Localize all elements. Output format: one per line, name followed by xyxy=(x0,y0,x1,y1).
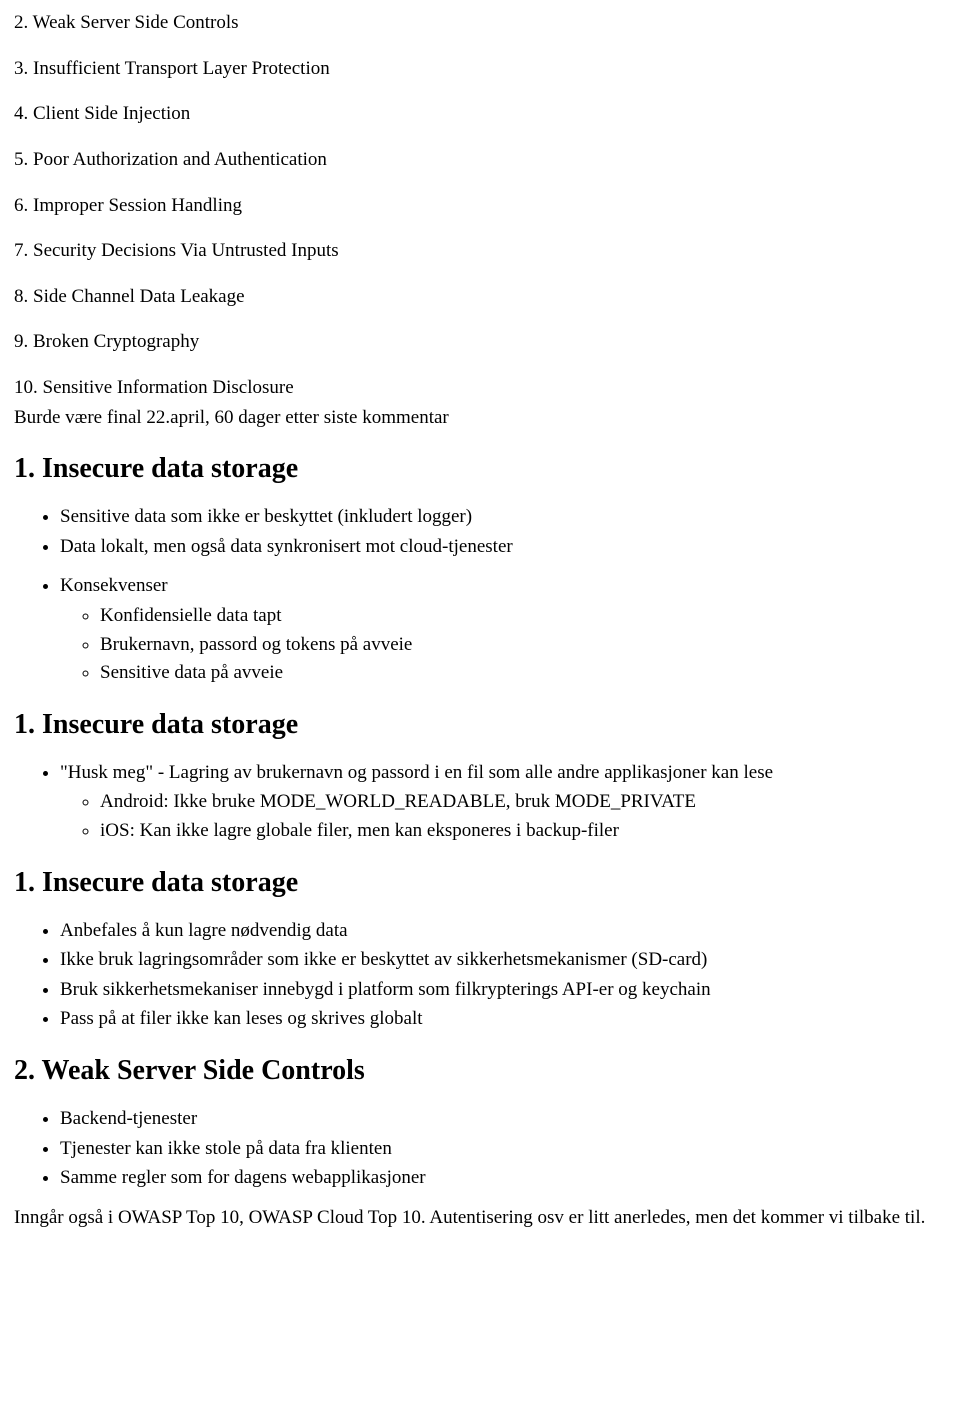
list-item: 3. Insufficient Transport Layer Protecti… xyxy=(14,56,946,82)
item-number: 3. xyxy=(14,58,33,79)
bullet-item: "Husk meg" - Lagring av brukernavn og pa… xyxy=(60,760,946,844)
item-text: Client Side Injection xyxy=(33,103,190,124)
item-number: 7. xyxy=(14,240,33,261)
heading-insecure-data-storage-c: 1. Insecure data storage xyxy=(14,864,946,902)
bullet-item: Backend-tjenester xyxy=(60,1106,946,1132)
bullet-item: Bruk sikkerhetsmekaniser innebygd i plat… xyxy=(60,977,946,1003)
closing-paragraph: Inngår også i OWASP Top 10, OWASP Cloud … xyxy=(14,1205,946,1231)
item-text: Side Channel Data Leakage xyxy=(33,286,245,307)
bullet-label: Konsekvenser xyxy=(60,575,168,596)
sub-bullet-item: Sensitive data på avveie xyxy=(100,660,946,686)
bullets-a2: Konsekvenser Konfidensielle data tapt Br… xyxy=(14,573,946,686)
sub-bullet-item: Brukernavn, passord og tokens på avveie xyxy=(100,632,946,658)
item-number: 6. xyxy=(14,195,33,216)
bullet-item: Tjenester kan ikke stole på data fra kli… xyxy=(60,1136,946,1162)
bullet-item: Pass på at filer ikke kan leses og skriv… xyxy=(60,1006,946,1032)
sub-bullet-item: iOS: Kan ikke lagre globale filer, men k… xyxy=(100,818,946,844)
list-item: 4. Client Side Injection xyxy=(14,101,946,127)
item-text: Sensitive Information Disclosure xyxy=(43,377,294,398)
bullet-item: Sensitive data som ikke er beskyttet (in… xyxy=(60,504,946,530)
list-item: 9. Broken Cryptography xyxy=(14,329,946,355)
item-text: Broken Cryptography xyxy=(33,331,199,352)
bullets-b: "Husk meg" - Lagring av brukernavn og pa… xyxy=(14,760,946,844)
item-number: 8. xyxy=(14,286,33,307)
bullets-a1: Sensitive data som ikke er beskyttet (in… xyxy=(14,504,946,559)
list-item: 6. Improper Session Handling xyxy=(14,193,946,219)
bullet-item: Konsekvenser Konfidensielle data tapt Br… xyxy=(60,573,946,686)
list-item: 8. Side Channel Data Leakage xyxy=(14,284,946,310)
item-text: Insufficient Transport Layer Protection xyxy=(33,58,330,79)
list-item: 7. Security Decisions Via Untrusted Inpu… xyxy=(14,238,946,264)
item-number: 2. xyxy=(14,12,33,33)
list-item: 10. Sensitive Information Disclosure xyxy=(14,375,946,401)
sub-bullets: Konfidensielle data tapt Brukernavn, pas… xyxy=(60,603,946,686)
owasp-mobile-list: 2. Weak Server Side Controls 3. Insuffic… xyxy=(14,10,946,401)
heading-insecure-data-storage-b: 1. Insecure data storage xyxy=(14,706,946,744)
item-text: Poor Authorization and Authentication xyxy=(33,149,327,170)
note-paragraph: Burde være final 22.april, 60 dager ette… xyxy=(14,405,946,431)
item-text: Security Decisions Via Untrusted Inputs xyxy=(33,240,339,261)
item-number: 9. xyxy=(14,331,33,352)
list-item: 2. Weak Server Side Controls xyxy=(14,10,946,36)
item-text: Weak Server Side Controls xyxy=(33,12,239,33)
bullet-item: Ikke bruk lagringsområder som ikke er be… xyxy=(60,947,946,973)
bullets-c: Anbefales å kun lagre nødvendig data Ikk… xyxy=(14,918,946,1033)
sub-bullet-item: Konfidensielle data tapt xyxy=(100,603,946,629)
item-number: 4. xyxy=(14,103,33,124)
bullet-item: Anbefales å kun lagre nødvendig data xyxy=(60,918,946,944)
sub-bullets: Android: Ikke bruke MODE_WORLD_READABLE,… xyxy=(60,789,946,843)
item-number: 10. xyxy=(14,377,43,398)
item-number: 5. xyxy=(14,149,33,170)
heading-insecure-data-storage-a: 1. Insecure data storage xyxy=(14,450,946,488)
sub-bullet-item: Android: Ikke bruke MODE_WORLD_READABLE,… xyxy=(100,789,946,815)
heading-weak-server-side-controls: 2. Weak Server Side Controls xyxy=(14,1052,946,1090)
list-item: 5. Poor Authorization and Authentication xyxy=(14,147,946,173)
item-text: Improper Session Handling xyxy=(33,195,242,216)
bullet-item: Samme regler som for dagens webapplikasj… xyxy=(60,1165,946,1191)
bullet-item: Data lokalt, men også data synkronisert … xyxy=(60,534,946,560)
bullet-text: "Husk meg" - Lagring av brukernavn og pa… xyxy=(60,762,773,783)
bullets-d: Backend-tjenester Tjenester kan ikke sto… xyxy=(14,1106,946,1191)
